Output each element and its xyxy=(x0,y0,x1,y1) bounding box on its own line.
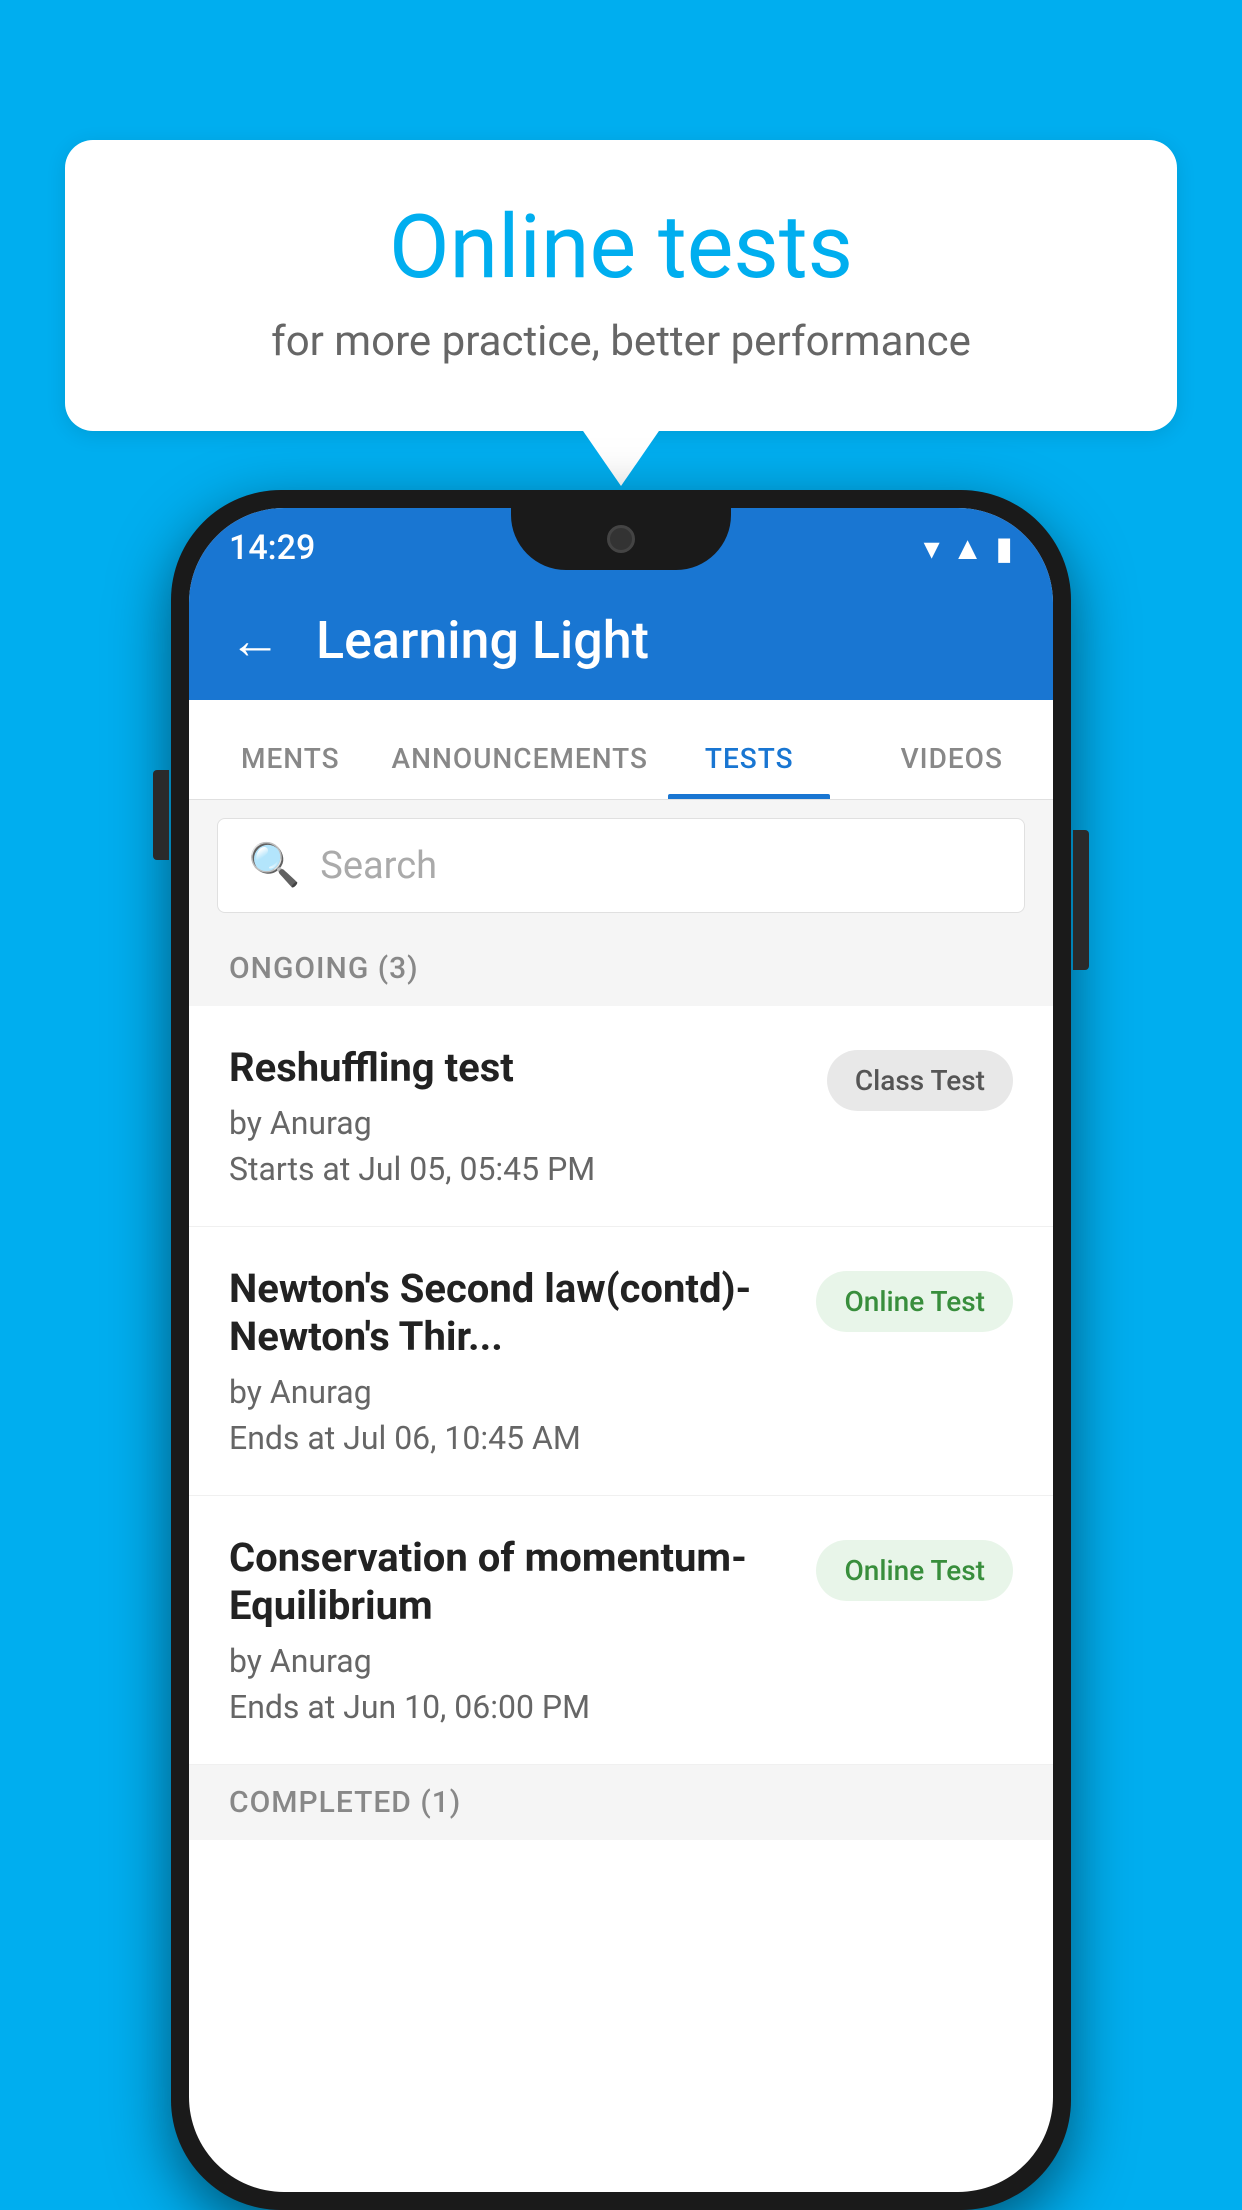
test-item-1[interactable]: Reshuffling test by Anurag Starts at Jul… xyxy=(189,1006,1053,1227)
test-item-content-1: Reshuffling test by Anurag Starts at Jul… xyxy=(229,1044,827,1188)
wifi-icon: ▾ xyxy=(924,529,940,567)
test-name-1: Reshuffling test xyxy=(229,1044,807,1092)
search-input[interactable]: Search xyxy=(320,844,437,888)
test-badge-2: Online Test xyxy=(816,1271,1013,1332)
search-icon: 🔍 xyxy=(248,841,300,890)
test-time-1: Starts at Jul 05, 05:45 PM xyxy=(229,1150,807,1188)
tab-ments[interactable]: MENTS xyxy=(189,742,392,799)
camera xyxy=(607,525,635,553)
tab-announcements[interactable]: ANNOUNCEMENTS xyxy=(392,742,648,799)
speech-bubble-container: Online tests for more practice, better p… xyxy=(65,140,1177,431)
status-time: 14:29 xyxy=(229,528,315,568)
test-item-2[interactable]: Newton's Second law(contd)-Newton's Thir… xyxy=(189,1227,1053,1496)
test-item-content-3: Conservation of momentum-Equilibrium by … xyxy=(229,1534,816,1726)
test-by-3: by Anurag xyxy=(229,1642,796,1680)
phone-mockup: 14:29 ▾ ▲ ▮ ← Learning Light MENTS ANNOU… xyxy=(171,490,1071,2210)
test-name-2: Newton's Second law(contd)-Newton's Thir… xyxy=(229,1265,796,1361)
tab-videos[interactable]: VIDEOS xyxy=(850,742,1053,799)
test-item-content-2: Newton's Second law(contd)-Newton's Thir… xyxy=(229,1265,816,1457)
test-time-3: Ends at Jun 10, 06:00 PM xyxy=(229,1688,796,1726)
app-bar: ← Learning Light xyxy=(189,580,1053,700)
phone-outer: 14:29 ▾ ▲ ▮ ← Learning Light MENTS ANNOU… xyxy=(171,490,1071,2210)
completed-section-header: COMPLETED (1) xyxy=(189,1765,1053,1840)
speech-bubble: Online tests for more practice, better p… xyxy=(65,140,1177,431)
test-badge-1: Class Test xyxy=(827,1050,1013,1111)
test-badge-3: Online Test xyxy=(816,1540,1013,1601)
status-icons: ▾ ▲ ▮ xyxy=(924,529,1013,567)
bubble-title: Online tests xyxy=(145,200,1097,297)
search-container: 🔍 Search xyxy=(189,800,1053,931)
test-item-3[interactable]: Conservation of momentum-Equilibrium by … xyxy=(189,1496,1053,1765)
bubble-subtitle: for more practice, better performance xyxy=(145,317,1097,366)
tab-tests[interactable]: TESTS xyxy=(648,742,851,799)
test-name-3: Conservation of momentum-Equilibrium xyxy=(229,1534,796,1630)
phone-notch xyxy=(511,508,731,570)
ongoing-section-header: ONGOING (3) xyxy=(189,931,1053,1006)
phone-inner: 14:29 ▾ ▲ ▮ ← Learning Light MENTS ANNOU… xyxy=(189,508,1053,2192)
test-by-2: by Anurag xyxy=(229,1373,796,1411)
tabs-bar: MENTS ANNOUNCEMENTS TESTS VIDEOS xyxy=(189,700,1053,800)
test-time-2: Ends at Jul 06, 10:45 AM xyxy=(229,1419,796,1457)
signal-icon: ▲ xyxy=(952,529,984,567)
back-button[interactable]: ← xyxy=(229,610,281,671)
test-by-1: by Anurag xyxy=(229,1104,807,1142)
search-box[interactable]: 🔍 Search xyxy=(217,818,1025,913)
test-list: Reshuffling test by Anurag Starts at Jul… xyxy=(189,1006,1053,1765)
app-title: Learning Light xyxy=(316,610,649,671)
battery-icon: ▮ xyxy=(995,529,1013,567)
